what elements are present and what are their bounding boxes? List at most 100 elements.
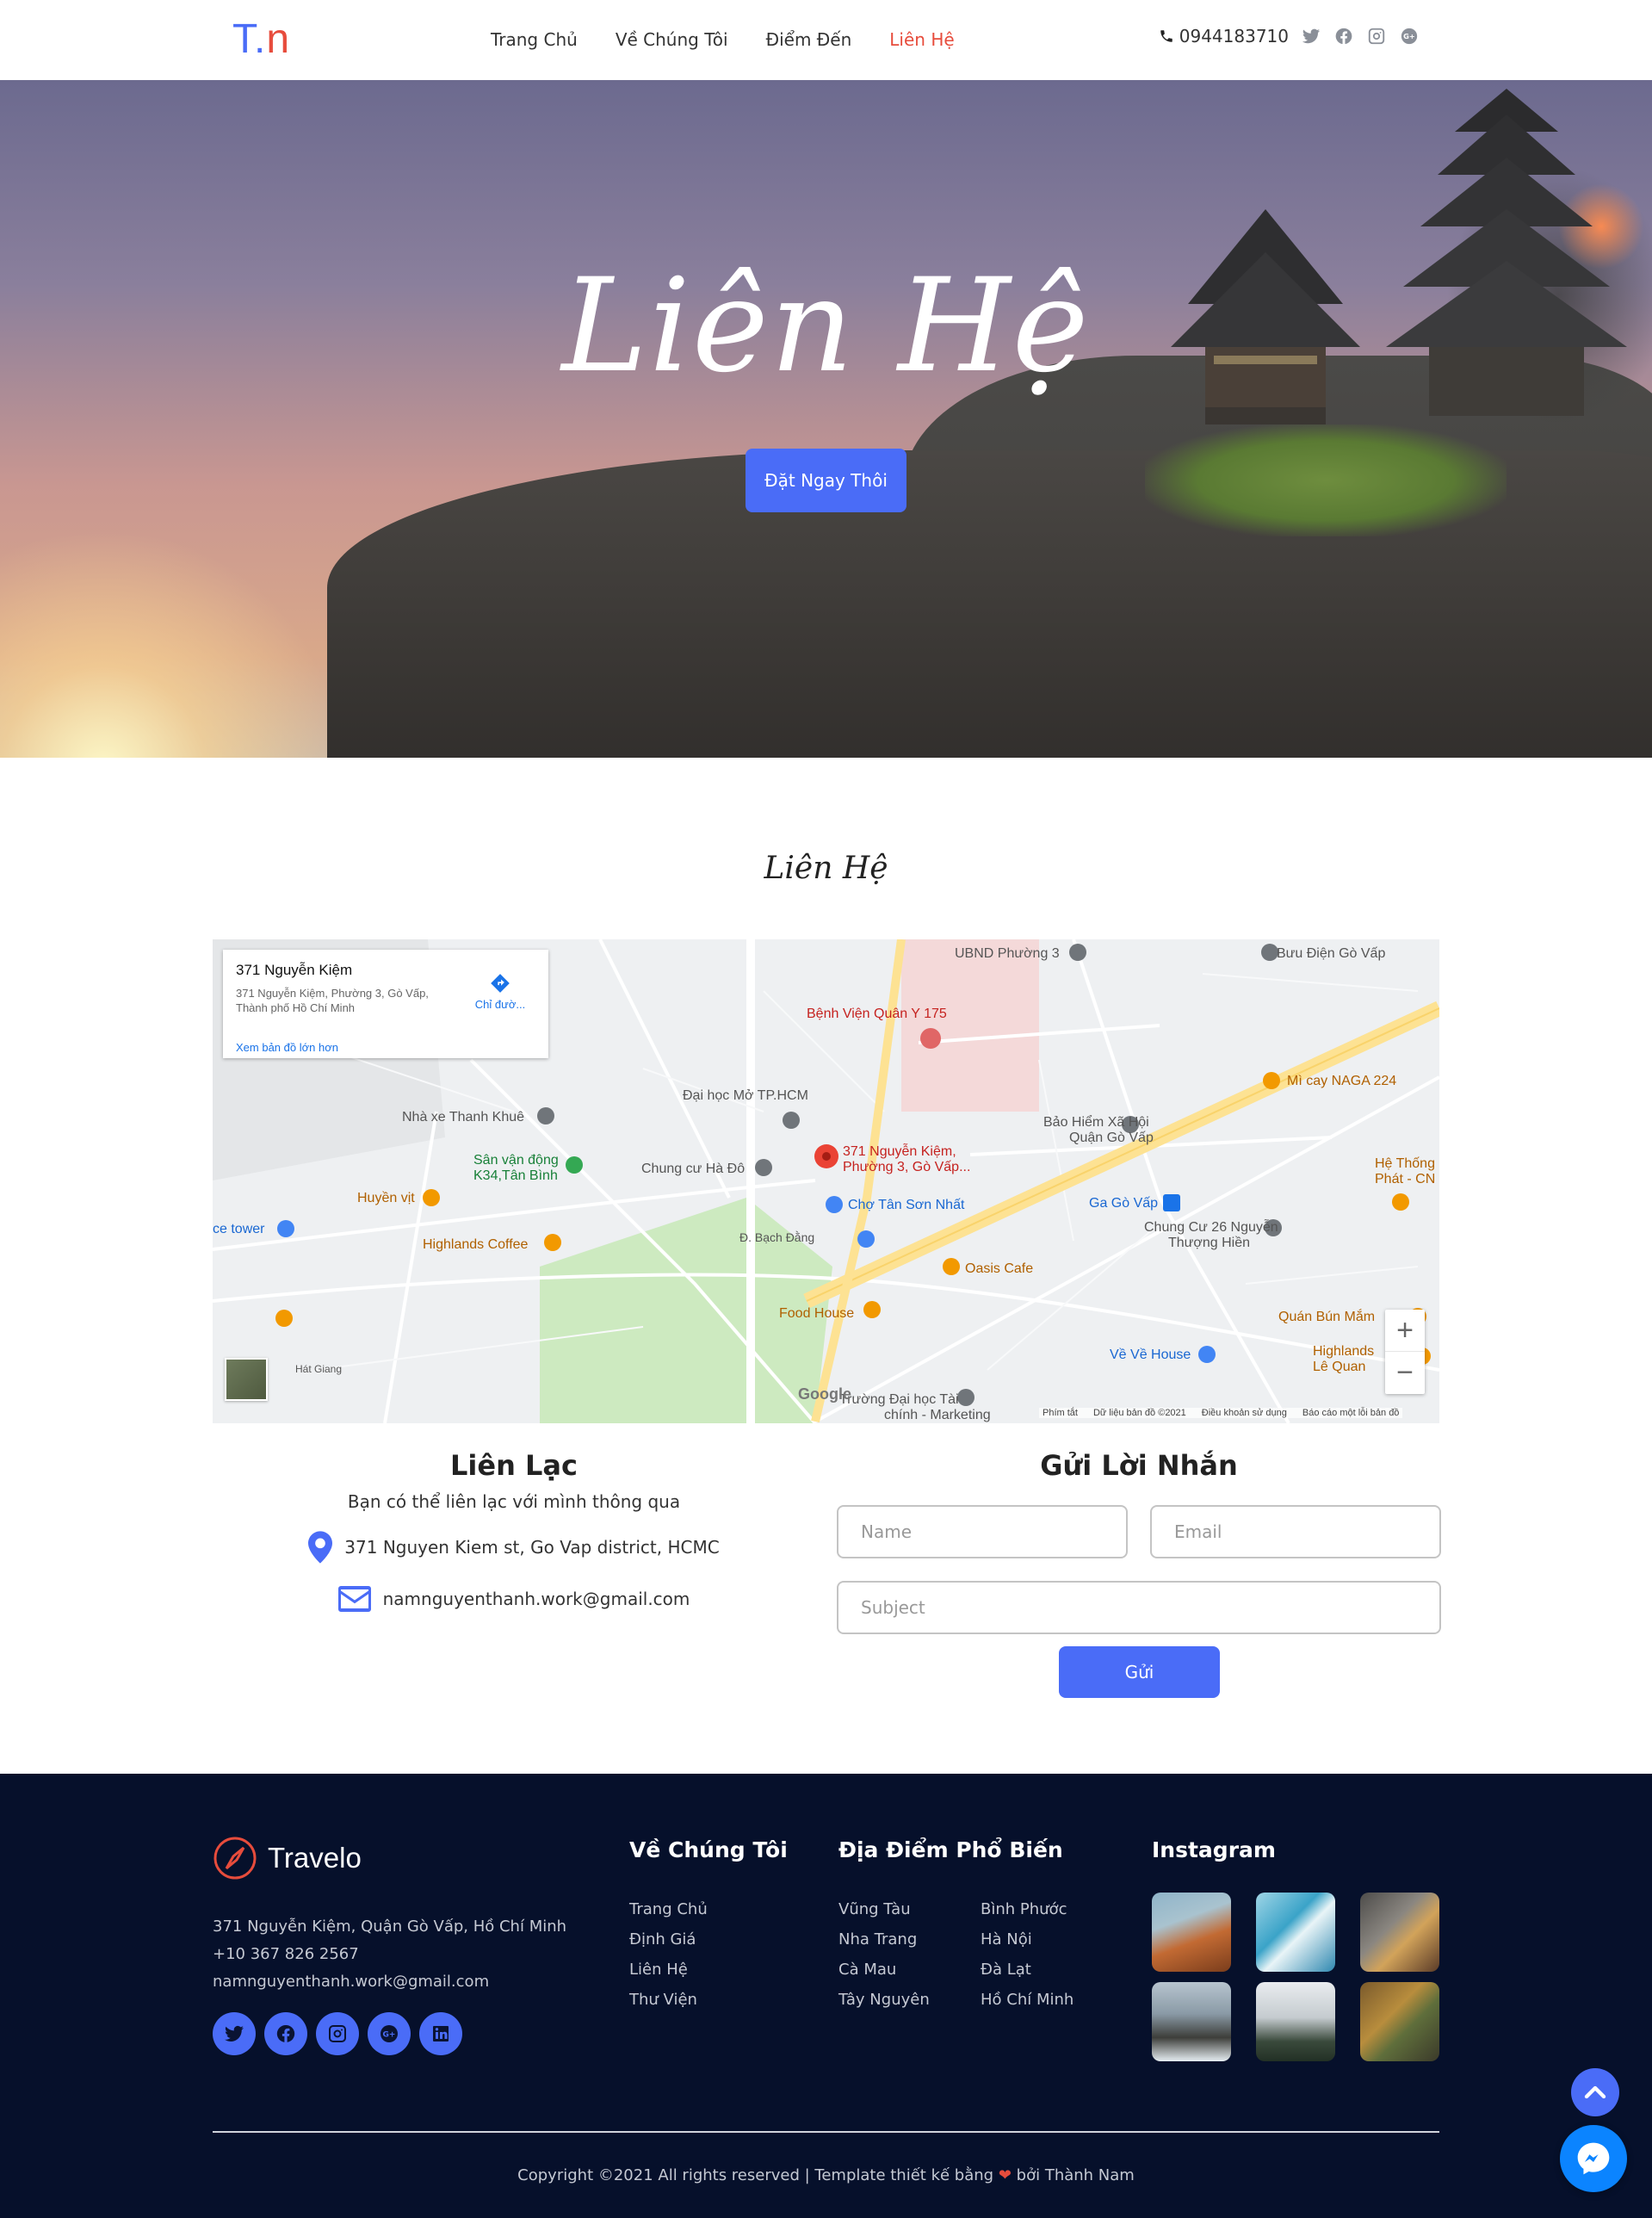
map-label: Lê Quan bbox=[1313, 1360, 1366, 1374]
svg-text:G+: G+ bbox=[1403, 32, 1415, 40]
scroll-to-top-button[interactable] bbox=[1571, 2068, 1619, 2116]
footer-place-link[interactable]: Đà Lạt bbox=[981, 1955, 1123, 1985]
form-title: Gửi Lời Nhắn bbox=[1040, 1449, 1238, 1482]
twitter-icon[interactable] bbox=[213, 2012, 256, 2055]
footer-link[interactable]: Liên Hệ bbox=[629, 1955, 788, 1985]
footer-place-link[interactable]: Nha Trang bbox=[838, 1924, 981, 1955]
instagram-photo[interactable] bbox=[1360, 1982, 1439, 2061]
map-label: ce tower bbox=[213, 1222, 265, 1236]
instagram-photo[interactable] bbox=[1256, 1893, 1335, 1972]
messenger-chat-button[interactable] bbox=[1560, 2125, 1627, 2192]
map-place-title: 371 Nguyễn Kiệm bbox=[236, 962, 353, 978]
footer-place-link[interactable]: Tây Nguyên bbox=[838, 1985, 981, 2015]
map-shortcuts-link[interactable]: Phím tắt bbox=[1043, 1408, 1078, 1418]
map-label: 371 Nguyễn Kiệm, bbox=[843, 1144, 956, 1159]
instagram-photo[interactable] bbox=[1152, 1893, 1231, 1972]
nav-item-contact[interactable]: Liên Hệ bbox=[889, 26, 954, 53]
nav-item-about[interactable]: Về Chúng Tôi bbox=[616, 26, 728, 53]
map-zoom-controls: + − bbox=[1385, 1310, 1425, 1394]
map-footer: Phím tắt Dữ liệu bản đồ ©2021 Điều khoản… bbox=[1039, 1408, 1403, 1418]
phone-icon bbox=[1160, 30, 1172, 42]
map-label: Highlands bbox=[1313, 1344, 1375, 1359]
footer-about: Về Chúng Tôi Trang Chủ Định Giá Liên Hệ … bbox=[629, 1836, 788, 2015]
map-label: Phát - CN bbox=[1375, 1172, 1436, 1186]
map-label: Ga Gò Vấp bbox=[1089, 1196, 1159, 1211]
footer-instagram: Instagram bbox=[1152, 1836, 1439, 2061]
instagram-icon[interactable] bbox=[1366, 26, 1387, 46]
instagram-photo[interactable] bbox=[1360, 1893, 1439, 1972]
email-input[interactable]: Email bbox=[1150, 1505, 1441, 1558]
map-label: Bệnh Viện Quân Y 175 bbox=[807, 1007, 947, 1021]
site-footer: Travelo 371 Nguyễn Kiệm, Quận Gò Vấp, Hồ… bbox=[0, 1774, 1652, 2218]
compass-icon bbox=[213, 1837, 257, 1880]
google-plus-icon[interactable]: G+ bbox=[368, 2012, 411, 2055]
footer-link[interactable]: Trang Chủ bbox=[629, 1894, 788, 1924]
name-input[interactable]: Name bbox=[837, 1505, 1128, 1558]
map-terms-link[interactable]: Điều khoản sử dụng bbox=[1202, 1408, 1287, 1418]
location-pin-icon bbox=[308, 1531, 333, 1564]
footer-email[interactable]: namnguyenthanh.work@gmail.com bbox=[213, 1968, 566, 1996]
footer-link[interactable]: Định Giá bbox=[629, 1924, 788, 1955]
instagram-icon[interactable] bbox=[316, 2012, 359, 2055]
footer-place-link[interactable]: Hồ Chí Minh bbox=[981, 1985, 1123, 2015]
hero-sun-glow bbox=[0, 528, 344, 758]
map-label: Oasis Cafe bbox=[965, 1261, 1034, 1276]
footer-place-link[interactable]: Bình Phước bbox=[981, 1894, 1123, 1924]
map-label: Đại học Mở TP.HCM bbox=[683, 1088, 808, 1103]
footer-phone: +10 367 826 2567 bbox=[213, 1945, 359, 1963]
facebook-icon[interactable] bbox=[264, 2012, 307, 2055]
chevron-up-icon bbox=[1584, 2085, 1606, 2099]
footer-places: Địa Điểm Phổ Biến Vũng Tàu Nha Trang Cà … bbox=[838, 1836, 1123, 2015]
footer-link[interactable]: Thư Viện bbox=[629, 1985, 788, 2015]
main-nav: Trang Chủ Về Chúng Tôi Điểm Đến Liên Hệ bbox=[491, 26, 955, 53]
footer-place-link[interactable]: Hà Nội bbox=[981, 1924, 1123, 1955]
messenger-icon bbox=[1577, 2142, 1610, 2175]
nav-item-destinations[interactable]: Điểm Đến bbox=[766, 26, 852, 53]
instagram-photo[interactable] bbox=[1256, 1982, 1335, 2061]
site-logo[interactable]: T.n bbox=[232, 15, 290, 64]
map-label: Đ. Bạch Đằng bbox=[739, 1230, 815, 1244]
google-map[interactable]: UBND Phường 3 Bưu Điện Gò Vấp Bệnh Viện … bbox=[213, 939, 1439, 1423]
nav-item-home[interactable]: Trang Chủ bbox=[491, 26, 578, 53]
map-label: Về Về House bbox=[1110, 1348, 1191, 1362]
map-label: Trường Đại học Tài bbox=[839, 1392, 959, 1407]
contact-info: Liên Lạc Bạn có thể liên lạc với mình th… bbox=[213, 1447, 815, 1612]
instagram-photo[interactable] bbox=[1152, 1982, 1231, 2061]
copyright: Copyright ©2021 All rights reserved | Te… bbox=[517, 2166, 1135, 2184]
footer-about-title: Về Chúng Tôi bbox=[629, 1837, 788, 1862]
hero-title: Liên Hệ bbox=[561, 251, 1091, 401]
footer-places-title: Địa Điểm Phổ Biến bbox=[838, 1837, 1063, 1862]
map-label: Thượng Hiền bbox=[1168, 1236, 1251, 1250]
facebook-icon[interactable] bbox=[1333, 26, 1354, 46]
map-directions-button[interactable]: Chỉ đườ... bbox=[466, 972, 535, 1011]
subject-input[interactable]: Subject bbox=[837, 1581, 1441, 1634]
footer-instagram-title: Instagram bbox=[1152, 1837, 1276, 1862]
linkedin-icon[interactable] bbox=[419, 2012, 462, 2055]
map-label: Bưu Điện Gò Vấp bbox=[1277, 946, 1386, 961]
footer-place-link[interactable]: Vũng Tàu bbox=[838, 1894, 981, 1924]
hero-banner: Liên Hệ Đặt Ngay Thôi bbox=[0, 80, 1652, 758]
directions-icon bbox=[491, 974, 510, 993]
send-button[interactable]: Gửi bbox=[1059, 1646, 1220, 1698]
map-place-card: 371 Nguyễn Kiệm 371 Nguyễn Kiệm, Phường … bbox=[223, 950, 548, 1058]
map-label: Bảo Hiểm Xã Hội bbox=[1043, 1115, 1149, 1130]
footer-place-link[interactable]: Cà Mau bbox=[838, 1955, 981, 1985]
map-report-link[interactable]: Báo cáo một lỗi bản đồ bbox=[1302, 1408, 1400, 1418]
header-phone-number: 0944183710 bbox=[1179, 26, 1289, 46]
map-label: Sân vận động bbox=[473, 1153, 559, 1168]
google-plus-icon[interactable]: G+ bbox=[1399, 26, 1420, 46]
contact-address: 371 Nguyen Kiem st, Go Vap district, HCM… bbox=[213, 1531, 815, 1564]
header-phone[interactable]: 0944183710 bbox=[1159, 26, 1289, 46]
zoom-out-button[interactable]: − bbox=[1385, 1352, 1425, 1394]
map-label: Quận Gò Vấp bbox=[1069, 1131, 1154, 1145]
contact-email[interactable]: namnguyenthanh.work@gmail.com bbox=[213, 1586, 815, 1612]
book-now-button[interactable]: Đặt Ngay Thôi bbox=[746, 449, 906, 512]
map-larger-link[interactable]: Xem bản đồ lớn hơn bbox=[236, 1041, 338, 1054]
map-satellite-toggle[interactable] bbox=[225, 1358, 268, 1401]
map-label: Quán Bún Mắm bbox=[1278, 1310, 1376, 1324]
twitter-icon[interactable] bbox=[1301, 26, 1321, 46]
zoom-in-button[interactable]: + bbox=[1385, 1310, 1425, 1352]
contact-subtitle: Bạn có thể liên lạc với mình thông qua bbox=[347, 1491, 681, 1512]
map-label: Mì cay NAGA 224 bbox=[1287, 1074, 1397, 1088]
footer-logo[interactable]: Travelo bbox=[213, 1836, 362, 1880]
